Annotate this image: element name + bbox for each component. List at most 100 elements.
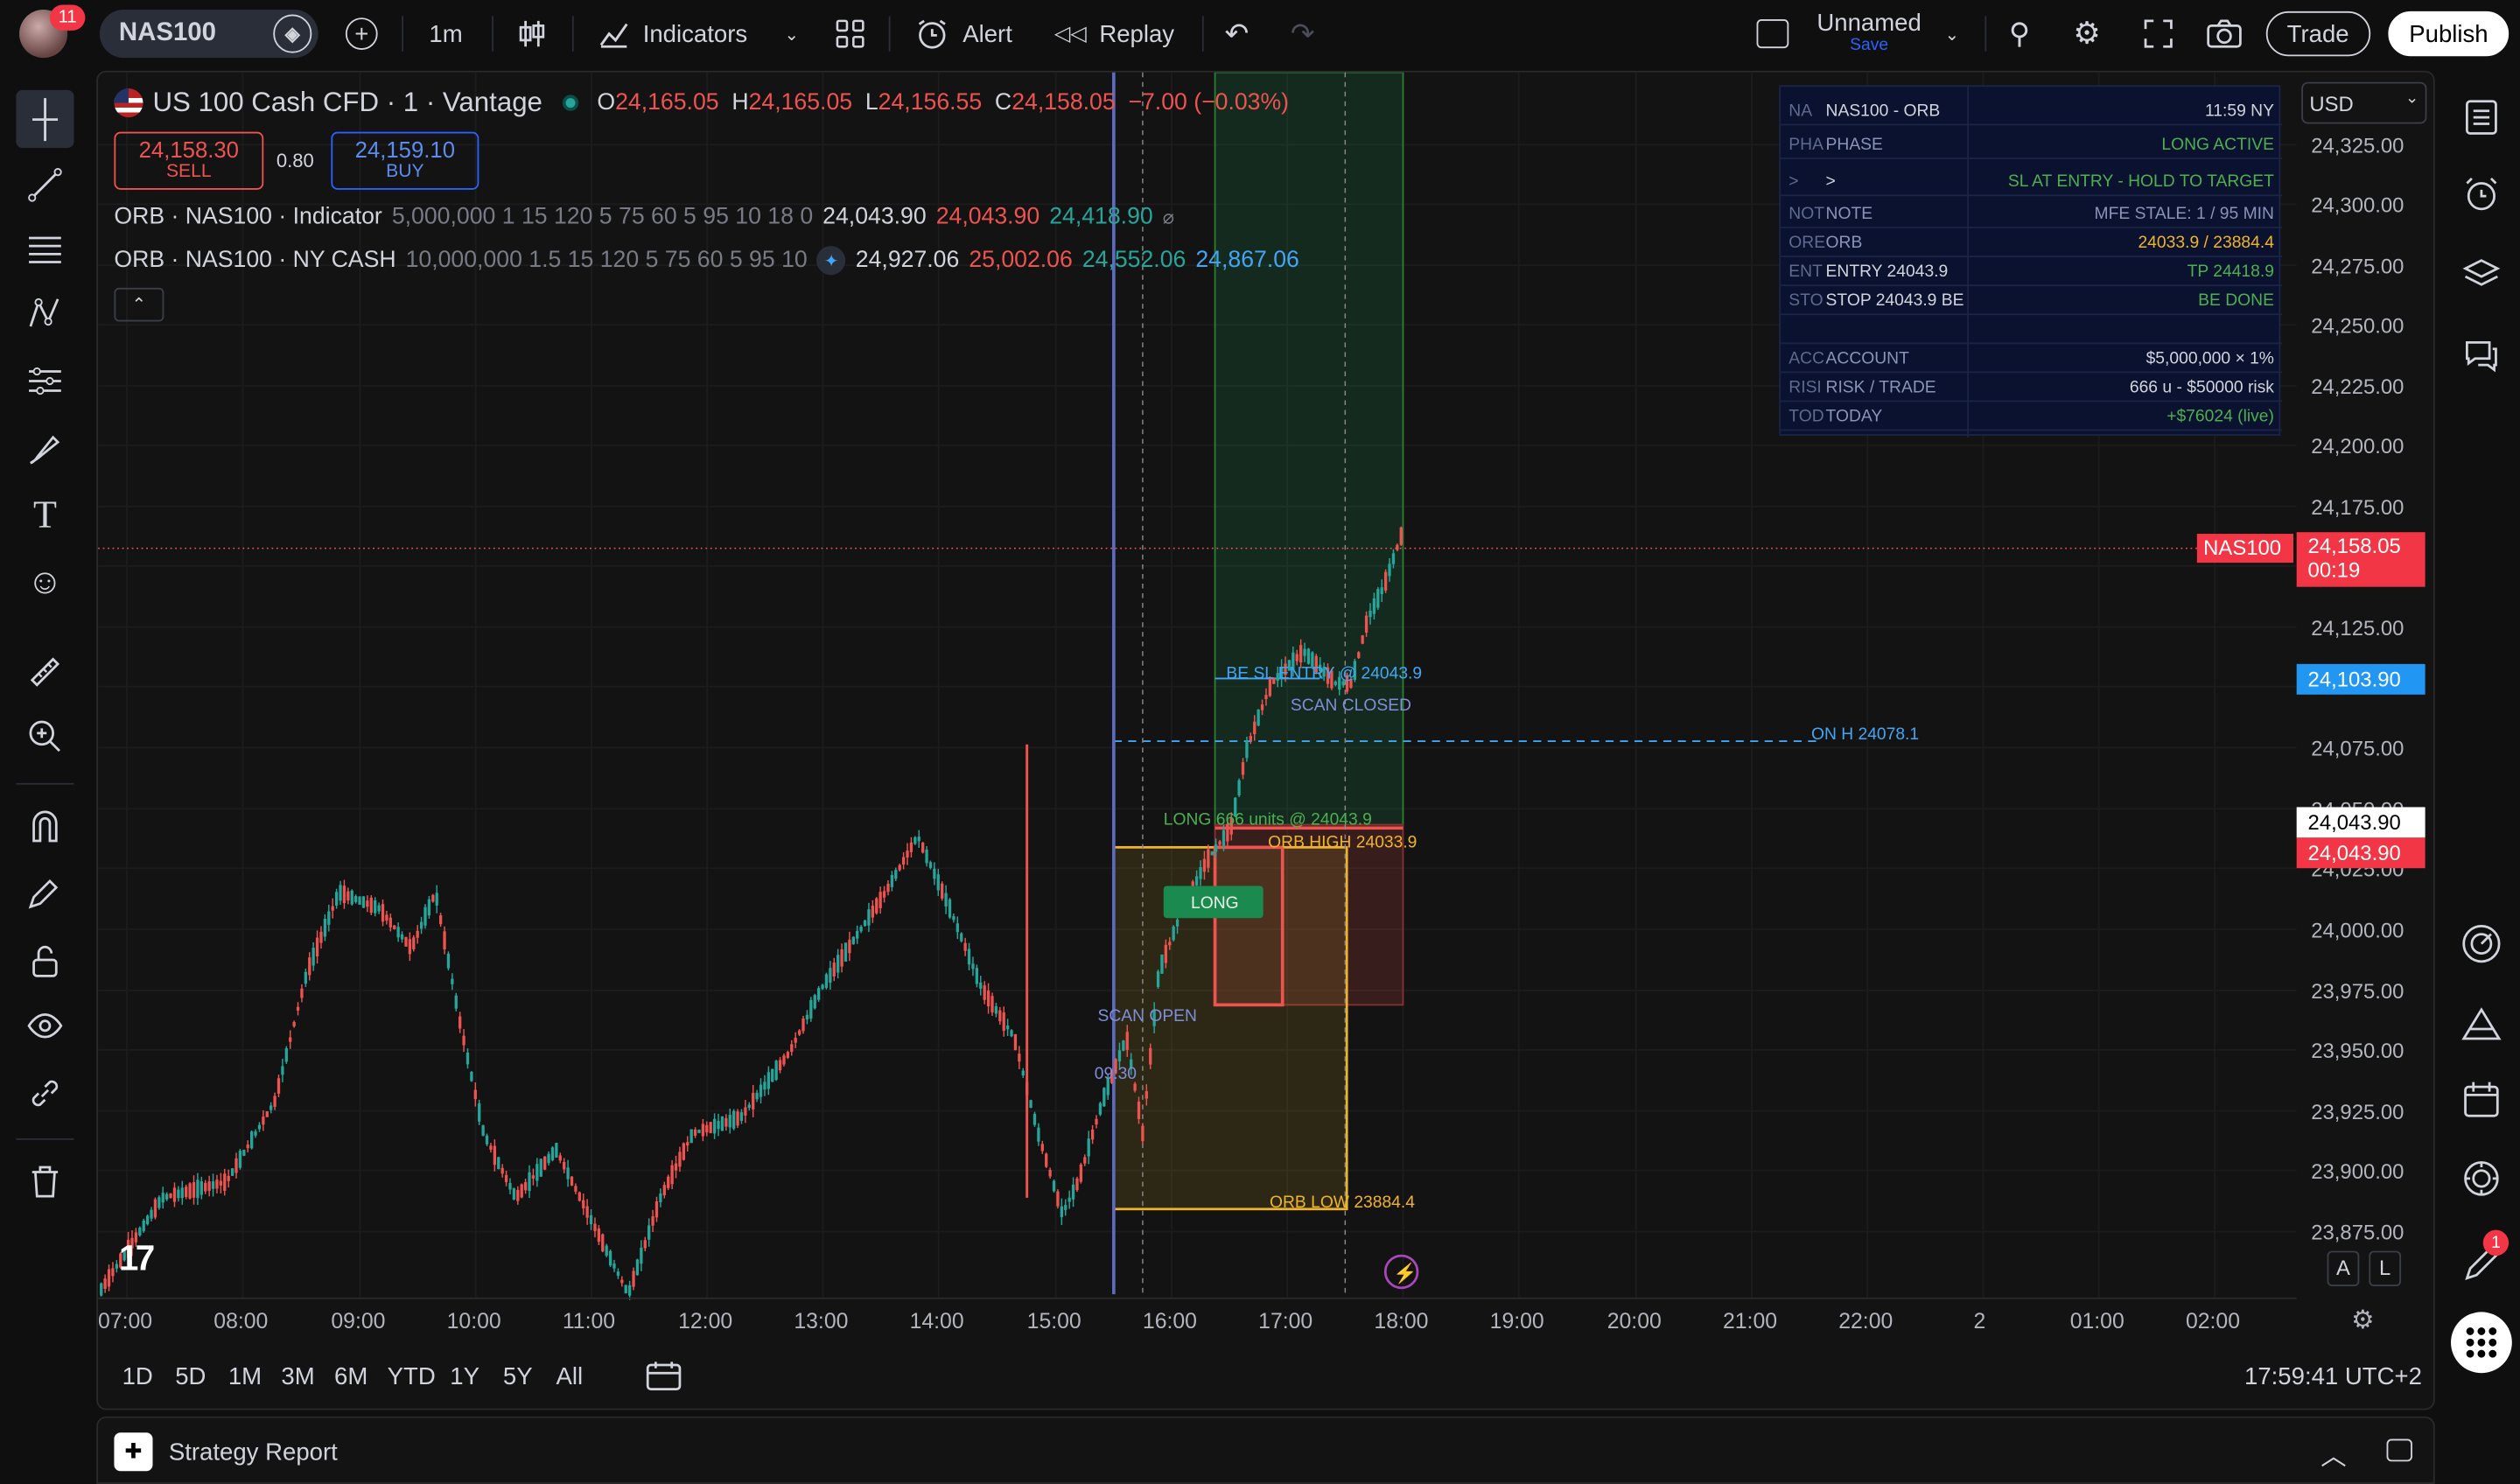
forecast-tool[interactable] [23, 359, 67, 403]
calendar-range-icon [646, 1362, 682, 1390]
time-tick: 13:00 [794, 1308, 849, 1334]
window-icon [2386, 1438, 2412, 1462]
settings-button[interactable]: ⚙ [2073, 13, 2100, 55]
publish-button[interactable]: Publish [2388, 10, 2510, 57]
text-tool[interactable]: T [23, 494, 67, 538]
undo-button[interactable]: ↶ [1225, 13, 1250, 55]
undo-icon: ↶ [1224, 17, 1250, 50]
time-tick: 2 [1973, 1308, 1986, 1334]
redo-button[interactable]: ↷ [1291, 13, 1315, 55]
panel-row-value: LONG ACTIVE [2161, 135, 2274, 155]
chart-type-button[interactable] [516, 13, 549, 55]
date-range-bar: 17:59:41 UTC+2 1D 5D 1M 3M 6M YTD 1Y 5Y All [96, 1354, 2434, 1405]
visibility-tool[interactable] [23, 1004, 67, 1048]
indicator-legend-2[interactable]: ORB · NAS100 · NY CASH 10,000,000 1.5 15… [114, 246, 1299, 276]
indicator-legend-1[interactable]: ORB · NAS100 · Indicator 5,000,000 1 15 … [114, 204, 1174, 229]
magnet-tool[interactable] [23, 804, 67, 849]
watchlist-button[interactable] [2460, 96, 2502, 138]
chart-pane[interactable]: BE SL ENTRY @ 24043.9 SCAN CLOSED ON H 2… [96, 70, 2435, 1410]
ruler-tool[interactable] [23, 649, 67, 694]
layout-name-button[interactable]: Unnamed Save [1806, 10, 1931, 61]
chats-button[interactable] [2460, 334, 2502, 376]
range-button-1d[interactable]: 1D [122, 1363, 153, 1390]
sell-button[interactable]: 24,158.30 SELL [114, 131, 264, 190]
crosshair-tool[interactable]: ┼ [16, 89, 74, 149]
stop-price-tag: 24,043.90 [2296, 837, 2426, 869]
tradingview-logo[interactable]: 17 [119, 1238, 155, 1280]
fullscreen-button[interactable] [2142, 13, 2174, 55]
screener-button[interactable] [2460, 923, 2502, 965]
log-scale-button[interactable]: L [2369, 1250, 2402, 1286]
emoji-tool[interactable]: ☺ [23, 559, 67, 604]
maximize-panel-button[interactable] [2386, 1438, 2412, 1462]
clock[interactable]: 17:59:41 UTC+2 [2244, 1363, 2422, 1390]
remove-drawings-tool[interactable] [23, 1159, 67, 1204]
indicators-dropdown[interactable]: ⌄ [784, 13, 799, 55]
long-badge[interactable]: LONG [1163, 886, 1264, 919]
range-button-3m[interactable]: 3M [281, 1363, 314, 1390]
alerts-button[interactable] [2460, 173, 2502, 215]
range-button-1m[interactable]: 1M [228, 1363, 262, 1390]
trend-line-tool[interactable] [23, 163, 67, 207]
lightning-marker[interactable]: ⚡ [1383, 1254, 1419, 1290]
symbol-title[interactable]: US 100 Cash CFD · 1 · Vantage [152, 87, 542, 119]
replay-button[interactable]: ◁◁ Replay [1054, 13, 1174, 55]
range-button-all[interactable]: All [556, 1363, 584, 1390]
panel-row-value: 666 u - $50000 risk [2129, 377, 2274, 397]
trash-icon [32, 1166, 59, 1198]
alert-button[interactable]: Alert [914, 13, 1012, 55]
link-tool[interactable] [23, 1071, 67, 1116]
interval-button[interactable]: 1m [429, 13, 462, 55]
range-button-5d[interactable]: 5D [175, 1363, 206, 1390]
pattern-icon [29, 298, 60, 327]
lock-tool[interactable] [23, 939, 67, 984]
currency-select[interactable]: USD ⌄ [2301, 81, 2427, 124]
price-tick: 24,000.00 [2311, 918, 2404, 942]
compare-button[interactable]: + [342, 13, 381, 55]
draw-mode-tool[interactable] [23, 872, 67, 916]
trade-button[interactable]: Trade [2265, 10, 2370, 57]
collapse-legend-button[interactable]: ⌃ [114, 287, 164, 322]
buy-button[interactable]: 24,159.10 BUY [331, 131, 480, 190]
range-button-6m[interactable]: 6M [334, 1363, 368, 1390]
pine-button[interactable] [2460, 1004, 2502, 1046]
price-axis[interactable]: USD ⌄ 24,325.00 24,300.00 24,275.00 24,250.0… [2296, 73, 2433, 1311]
symbol-search[interactable]: NAS100 ◈ [99, 10, 318, 59]
fib-tool[interactable] [23, 227, 67, 271]
layouts-button[interactable] [834, 13, 866, 55]
on-h-label: ON H 24078.1 [1811, 725, 1919, 744]
indicators-button[interactable]: Indicators [598, 13, 747, 55]
panel-row: TOD TODAY +$76024 (live) [1781, 402, 2283, 431]
object-tree-button[interactable] [2460, 254, 2502, 296]
expand-panel-button[interactable]: ︿ [2320, 1434, 2346, 1473]
strategy-report-panel[interactable]: ✚ Strategy Report ︿ [96, 1416, 2435, 1484]
right-sidebar: 1 [2440, 67, 2520, 1484]
brush-tool[interactable] [23, 426, 67, 471]
quick-search-button[interactable]: ⚲ [2009, 13, 2030, 55]
panel-row-key: NA [1788, 101, 1813, 121]
ideas-button[interactable] [2460, 1158, 2502, 1200]
market-status-dot [561, 94, 578, 111]
snapshot-button[interactable] [2205, 13, 2244, 55]
time-axis-settings[interactable]: ⚙ [2351, 1304, 2374, 1336]
sell-label: SELL [165, 162, 212, 182]
symbol-price-tag: NAS100 [2196, 534, 2294, 564]
notifications-badge: 1 [2482, 1229, 2510, 1256]
auto-scale-button[interactable]: A [2327, 1250, 2360, 1286]
goto-date-button[interactable] [646, 1361, 682, 1399]
range-button-ytd[interactable]: YTD [388, 1363, 436, 1390]
apps-button[interactable] [2451, 1312, 2512, 1374]
pattern-tool[interactable] [23, 291, 67, 336]
range-button-5y[interactable]: 5Y [503, 1363, 533, 1390]
zoom-in-icon [29, 720, 60, 752]
spread-value: 0.80 [276, 149, 314, 172]
layout-dropdown[interactable]: ⌄ [1944, 13, 1959, 55]
zoom-tool[interactable] [23, 714, 67, 759]
layout-checkbox[interactable] [1756, 13, 1789, 55]
calendar-button[interactable] [2460, 1079, 2502, 1121]
range-button-1y[interactable]: 1Y [450, 1363, 480, 1390]
time-axis[interactable]: 07:00 08:00 09:00 10:00 11:00 12:00 13:00 14:00… [98, 1297, 2297, 1346]
price-tick: 23,950.00 [2311, 1039, 2404, 1063]
smiley-icon: ☺ [26, 561, 64, 602]
panel-row [1781, 315, 2283, 345]
